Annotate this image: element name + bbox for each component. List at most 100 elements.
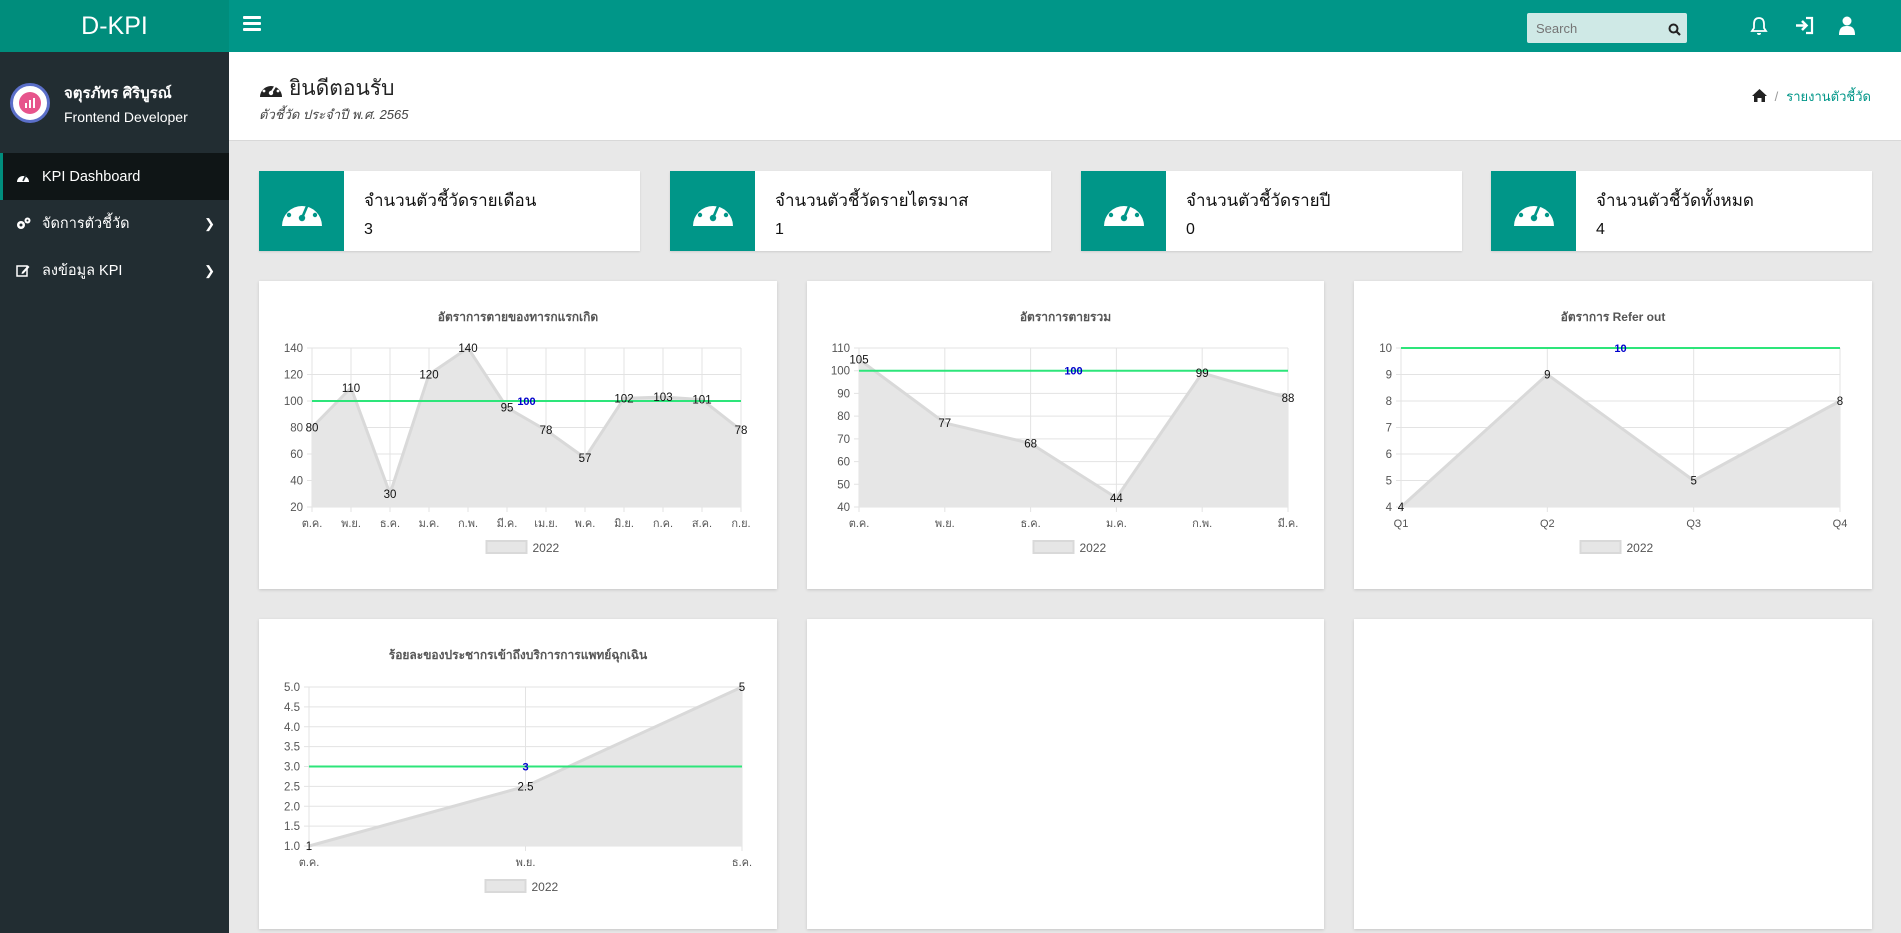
info-box-yearly: จำนวนตัวชี้วัดรายปี 0 xyxy=(1081,171,1462,251)
legend-swatch xyxy=(1579,540,1622,554)
dashboard-icon xyxy=(260,81,282,97)
sidebar-item-kpi-dashboard[interactable]: KPI Dashboard xyxy=(0,153,229,200)
y-tick-label: 6 xyxy=(1386,449,1392,461)
y-tick-label: 40 xyxy=(290,476,303,488)
y-tick-label: 2.0 xyxy=(284,801,300,813)
legend-label: 2022 xyxy=(532,880,559,894)
y-tick-label: 100 xyxy=(831,366,850,378)
target-label: 100 xyxy=(517,396,535,408)
sidebar-item-input-kpi[interactable]: ลงข้อมูล KPI ❯ xyxy=(0,247,229,294)
data-label: 95 xyxy=(501,403,514,415)
data-label: 99 xyxy=(1196,368,1209,380)
y-tick-label: 90 xyxy=(837,388,850,400)
data-label: 30 xyxy=(384,489,397,501)
legend-swatch xyxy=(485,540,528,554)
x-tick-label: Q1 xyxy=(1394,518,1409,530)
x-tick-label: เม.ย. xyxy=(534,518,558,530)
series-area xyxy=(1401,374,1840,507)
y-tick-label: 8 xyxy=(1386,396,1392,408)
info-box-value: 1 xyxy=(775,221,784,238)
info-box-monthly: จำนวนตัวชี้วัดรายเดือน 3 xyxy=(259,171,640,251)
y-tick-label: 1.5 xyxy=(284,821,300,833)
dashboard-icon xyxy=(670,171,755,251)
data-label: 4 xyxy=(1398,502,1405,514)
data-label: 5 xyxy=(739,682,745,694)
sidebar-item-label: จัดการตัวชี้วัด xyxy=(42,216,130,232)
sidebar-item-label: ลงข้อมูล KPI xyxy=(42,263,123,279)
data-label: 120 xyxy=(419,370,438,382)
chart-refer-out: อัตราการ Refer out 4 5 6 7 8 9 10 Q1 Q2 Q3 Q4 10 4 9 5 8… xyxy=(1379,310,1848,555)
breadcrumb: / รายงานตัวชี้วัด xyxy=(1751,86,1871,107)
top-navbar xyxy=(229,0,1901,52)
search-input[interactable] xyxy=(1527,14,1657,42)
brand-logo[interactable]: D-KPI xyxy=(0,0,229,52)
y-tick-label: 100 xyxy=(284,396,303,408)
data-label: 78 xyxy=(540,425,553,437)
chart-title: ร้อยละของประชากรเข้าถึงบริการการแพทย์ฉุก… xyxy=(389,648,648,663)
x-tick-label: ต.ค. xyxy=(299,857,320,869)
info-box-value: 3 xyxy=(364,221,373,238)
y-tick-label: 60 xyxy=(290,449,303,461)
x-tick-label: ม.ค. xyxy=(1106,518,1127,530)
user-icon[interactable] xyxy=(1839,16,1855,39)
y-tick-label: 9 xyxy=(1386,370,1392,382)
data-label: 88 xyxy=(1282,393,1295,405)
info-box-quarterly: จำนวนตัวชี้วัดรายไตรมาส 1 xyxy=(670,171,1051,251)
info-box-label: จำนวนตัวชี้วัดรายเดือน xyxy=(364,191,537,210)
y-tick-label: 60 xyxy=(837,457,850,469)
breadcrumb-current[interactable]: รายงานตัวชี้วัด xyxy=(1786,86,1871,107)
bell-icon[interactable] xyxy=(1750,16,1768,40)
data-label: 103 xyxy=(653,392,672,404)
dashboard-icon xyxy=(16,171,32,183)
sidebar: D-KPI จตุรภัทร ศิริบูรณ์ Frontend Develo… xyxy=(0,0,229,933)
menu-toggle-icon[interactable] xyxy=(243,16,261,31)
y-tick-label: 5.0 xyxy=(284,682,300,694)
search-icon[interactable] xyxy=(1668,21,1681,40)
x-tick-label: มี.ค. xyxy=(497,517,518,530)
x-tick-label: ก.ค. xyxy=(653,518,673,530)
x-tick-label: Q4 xyxy=(1833,518,1848,530)
page-title: ยินดีตอนรับ xyxy=(259,72,395,105)
sign-in-icon[interactable] xyxy=(1795,16,1814,39)
data-label: 57 xyxy=(579,453,592,465)
x-tick-label: ต.ค. xyxy=(849,518,870,530)
user-name: จตุรภัทร ศิริบูรณ์ xyxy=(64,84,172,102)
info-box-total: จำนวนตัวชี้วัดทั้งหมด 4 xyxy=(1491,171,1872,251)
y-tick-label: 3.0 xyxy=(284,762,300,774)
chart-title: อัตราการตายรวม xyxy=(1020,310,1111,324)
legend-label: 2022 xyxy=(1080,541,1107,555)
chart-card-refer-out: อัตราการ Refer out 4 5 6 7 8 9 10 Q1 Q2 Q3 Q4 10 4 9 5 8… xyxy=(1354,281,1872,589)
dashboard-icon xyxy=(1491,171,1576,251)
x-tick-label: พ.ย. xyxy=(516,857,536,869)
x-tick-label: ธ.ค. xyxy=(732,857,752,869)
home-icon[interactable] xyxy=(1751,88,1767,105)
chart-title: อัตราการตายของทารกแรกเกิด xyxy=(438,310,599,324)
dashboard-icon xyxy=(259,171,344,251)
y-tick-label: 80 xyxy=(837,411,850,423)
data-label: 2.5 xyxy=(518,781,534,793)
avatar xyxy=(10,82,50,123)
x-tick-label: ธ.ค. xyxy=(380,518,400,530)
data-label: 110 xyxy=(342,383,360,395)
legend-swatch xyxy=(1032,540,1075,554)
y-tick-label: 120 xyxy=(284,370,303,382)
y-tick-label: 4.5 xyxy=(284,702,300,714)
chart-total-mortality: อัตราการตายรวม 40 50 60 70 80 90 100 110 ต.ค. พ.ย.… xyxy=(831,310,1299,555)
chevron-right-icon: ❯ xyxy=(204,215,215,231)
data-label: 105 xyxy=(849,354,868,366)
empty-card xyxy=(807,619,1324,929)
legend-label: 2022 xyxy=(1627,541,1654,555)
edit-icon xyxy=(16,264,32,277)
chart-title: อัตราการ Refer out xyxy=(1561,310,1666,324)
sidebar-item-manage-kpi[interactable]: จัดการตัวชี้วัด ❯ xyxy=(0,200,229,247)
y-tick-label: 4.0 xyxy=(284,722,300,734)
x-tick-label: มิ.ย. xyxy=(614,518,634,530)
chart-card-total-mortality: อัตราการตายรวม 40 50 60 70 80 90 100 110 ต.ค. พ.ย.… xyxy=(807,281,1324,589)
y-tick-label: 1.0 xyxy=(284,841,300,853)
target-label: 100 xyxy=(1064,366,1082,378)
breadcrumb-separator: / xyxy=(1774,89,1779,104)
info-box-value: 4 xyxy=(1596,221,1605,238)
search-box xyxy=(1527,13,1687,43)
data-label: 102 xyxy=(614,393,633,405)
data-label: 101 xyxy=(692,395,711,407)
